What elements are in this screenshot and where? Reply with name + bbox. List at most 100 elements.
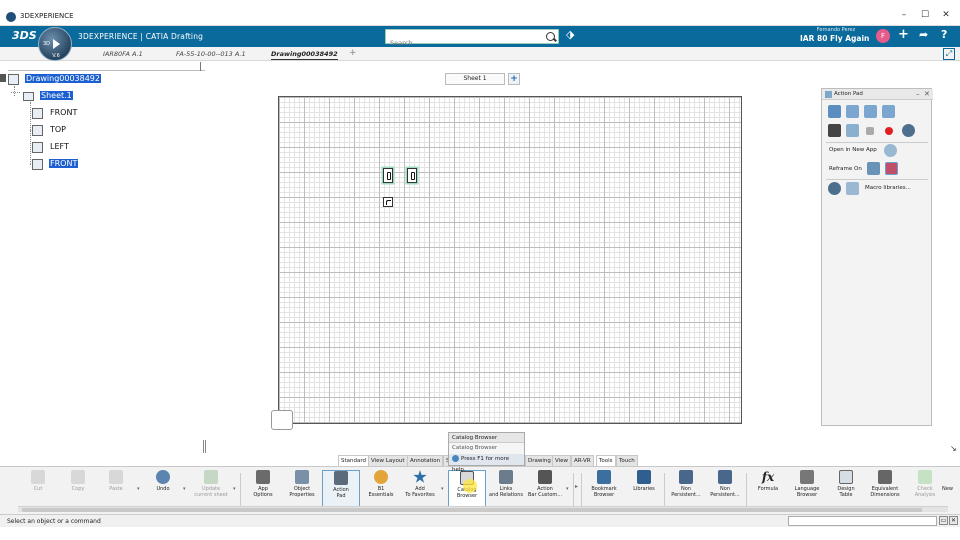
paste-label: Paste xyxy=(109,486,123,492)
add-sheet-button[interactable]: + xyxy=(508,73,520,85)
compass[interactable]: 3D V.6 xyxy=(38,27,72,61)
expand-icon[interactable] xyxy=(11,91,20,101)
tab-view-layout[interactable]: View Layout xyxy=(368,455,408,466)
command-history-icon[interactable]: ▭ xyxy=(939,516,948,525)
tab-view[interactable]: View xyxy=(552,455,572,466)
ruler-stop[interactable] xyxy=(200,62,203,71)
compass-origin-icon[interactable] xyxy=(271,410,293,430)
tree-sheet[interactable]: Sheet.1 xyxy=(11,90,74,102)
check-icon[interactable] xyxy=(828,124,841,137)
language-browser-button[interactable]: Language Browser xyxy=(788,470,826,510)
tree-view-label[interactable]: FRONT xyxy=(47,158,80,169)
tree-view-front[interactable]: FRONT xyxy=(32,107,78,119)
search-box[interactable] xyxy=(385,29,559,50)
undo-button[interactable]: Undo xyxy=(144,470,182,510)
chevron-down-icon[interactable]: ▾ xyxy=(441,486,444,492)
macro-libraries-label[interactable]: Macro libraries... xyxy=(865,185,911,191)
paste-button[interactable]: Paste xyxy=(97,470,135,510)
play-icon[interactable] xyxy=(53,39,60,49)
close-icon[interactable]: ✕ xyxy=(924,89,930,100)
macro-editor-icon[interactable] xyxy=(846,182,859,195)
resize-arrow-icon[interactable]: ↘ xyxy=(950,444,957,453)
update-current-sheet-button[interactable]: Update current sheet xyxy=(192,470,230,510)
check-analysis-button[interactable]: Check Analysis xyxy=(906,470,944,510)
help-icon[interactable]: ? xyxy=(941,28,947,41)
tab-tools[interactable]: Tools xyxy=(596,455,616,466)
tree-view-front-active[interactable]: FRONT xyxy=(32,158,80,170)
links-relations-button[interactable]: Links and Relations xyxy=(487,470,525,510)
tab-annotation[interactable]: Annotation xyxy=(407,455,444,466)
cut-button[interactable]: Cut xyxy=(19,470,57,510)
tree-view-label[interactable]: LEFT xyxy=(49,142,70,151)
tab-ar-vr[interactable]: AR-VR xyxy=(571,455,594,466)
tree-root-label[interactable]: Drawing00038492 xyxy=(24,73,102,84)
view-cube-icon[interactable] xyxy=(828,105,841,118)
non-persistent-a-button[interactable]: Non Persistent... xyxy=(667,470,705,510)
command-close-icon[interactable]: ✕ xyxy=(949,516,958,525)
new-button[interactable]: New xyxy=(942,470,960,510)
reframe-selection-icon[interactable] xyxy=(885,162,898,175)
libraries-button[interactable]: Libraries xyxy=(625,470,663,510)
tab-drawing[interactable]: Drawing00038492 xyxy=(271,50,338,60)
tree-root[interactable]: Drawing00038492 xyxy=(8,73,102,85)
tab-standard[interactable]: Standard xyxy=(338,455,370,466)
open-new-app-icon[interactable] xyxy=(884,144,897,157)
avatar[interactable]: F xyxy=(876,29,890,43)
catalog-browser-button[interactable]: CatalogBrowser xyxy=(448,470,486,510)
close-icon[interactable]: ✕ xyxy=(936,10,956,24)
tree-view-top[interactable]: TOP xyxy=(32,124,67,136)
maximize-icon[interactable]: ☐ xyxy=(915,10,935,24)
share-icon[interactable]: ➦ xyxy=(919,28,928,41)
copy-button[interactable]: Copy xyxy=(59,470,97,510)
view-front-frame[interactable] xyxy=(383,168,393,183)
search-icon[interactable] xyxy=(546,32,555,41)
tree-view-label[interactable]: TOP xyxy=(49,125,67,134)
tab-touch[interactable]: Touch xyxy=(616,455,638,466)
chevron-down-icon[interactable]: ▾ xyxy=(566,486,569,492)
reframe-tree-icon[interactable] xyxy=(867,162,880,175)
tag-icon[interactable]: ⬗ xyxy=(566,28,574,41)
view-cube-icon[interactable] xyxy=(882,105,895,118)
formula-button[interactable]: fx Formula xyxy=(749,470,787,510)
b1-essentials-button[interactable]: B1 Essentials xyxy=(362,470,400,510)
chevron-down-icon[interactable]: ▾ xyxy=(183,486,186,492)
tree-view-left[interactable]: LEFT xyxy=(32,141,70,153)
tree-view-label[interactable]: FRONT xyxy=(49,108,78,117)
tab-iar80fa[interactable]: IAR80FA A.1 xyxy=(103,50,143,58)
drawing-sheet[interactable] xyxy=(278,96,742,424)
non-persistent-b-button[interactable]: Non Persistent... xyxy=(706,470,744,510)
macro-library-icon[interactable] xyxy=(828,182,841,195)
add-tab-icon[interactable]: + xyxy=(349,48,357,58)
view-cube-icon[interactable] xyxy=(864,105,877,118)
minimize-icon[interactable]: – xyxy=(916,89,920,100)
macro-icon[interactable] xyxy=(902,124,915,137)
add-to-favorites-button[interactable]: Add To Favorites xyxy=(401,470,439,510)
command-input[interactable] xyxy=(788,516,937,526)
scrollbar-thumb[interactable] xyxy=(22,508,922,512)
tree-sheet-label[interactable]: Sheet.1 xyxy=(39,90,74,101)
panel-splitter[interactable] xyxy=(203,440,206,453)
tab-fa-55-10-00[interactable]: FA-55-10-00--013 A.1 xyxy=(176,50,246,58)
view-cube-icon[interactable] xyxy=(846,105,859,118)
design-table-button[interactable]: Design Table xyxy=(827,470,865,510)
sheet-tab[interactable]: Sheet 1 xyxy=(445,73,505,85)
chevron-right-icon[interactable]: ▸ xyxy=(575,483,578,490)
clipboard-icon[interactable] xyxy=(846,124,859,137)
chevron-down-icon[interactable]: ▾ xyxy=(137,486,140,492)
action-bar-customization-button[interactable]: Action Bar Custom... xyxy=(526,470,564,510)
stop-icon[interactable] xyxy=(866,127,874,135)
ribbon-scrollbar[interactable] xyxy=(18,506,948,512)
tab-drawing[interactable]: Drawing xyxy=(525,455,554,466)
view-top-frame[interactable] xyxy=(407,168,417,183)
app-options-button[interactable]: App Options xyxy=(244,470,282,510)
plus-icon[interactable]: + xyxy=(898,27,909,42)
view-left-frame[interactable] xyxy=(383,197,393,207)
action-pad-button[interactable]: Action Pad xyxy=(322,470,360,510)
equivalent-dimensions-button[interactable]: Equivalent Dimensions xyxy=(866,470,904,510)
minimize-icon[interactable]: – xyxy=(894,10,914,24)
chevron-down-icon[interactable]: ▾ xyxy=(233,486,236,492)
object-properties-button[interactable]: Object Properties xyxy=(283,470,321,510)
bookmark-browser-button[interactable]: Bookmark Browser xyxy=(585,470,623,510)
fullscreen-icon[interactable]: ⤢ xyxy=(943,48,955,60)
record-icon[interactable] xyxy=(885,127,893,135)
